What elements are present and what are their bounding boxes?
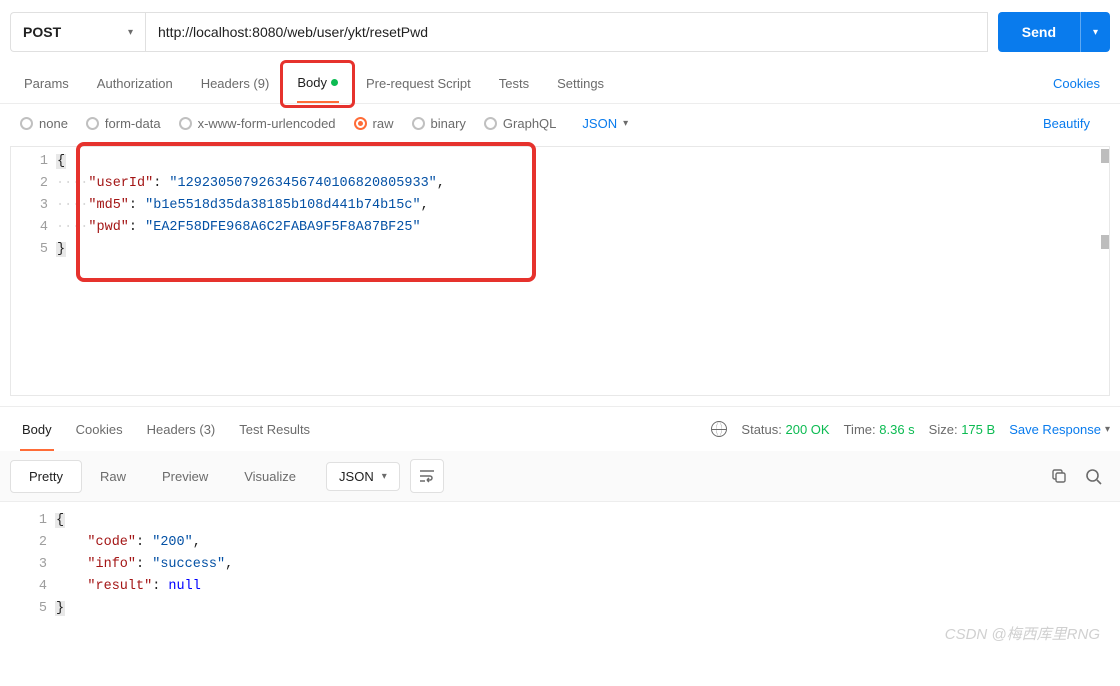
view-raw[interactable]: Raw [82,461,144,492]
save-response-link[interactable]: Save Response ▾ [1009,422,1110,437]
body-type-row: none form-data x-www-form-urlencoded raw… [0,104,1120,142]
tab-prerequest[interactable]: Pre-request Script [352,64,485,104]
time-meta: Time: 8.36 s [844,422,915,437]
response-tabs: Body Cookies Headers (3) Test Results St… [0,407,1120,451]
cookies-link[interactable]: Cookies [1053,76,1110,91]
response-view-bar: Pretty Raw Preview Visualize JSON▾ [0,451,1120,502]
resp-tab-cookies[interactable]: Cookies [64,407,135,451]
body-type-urlenc[interactable]: x-www-form-urlencoded [179,116,336,131]
chevron-down-icon: ▾ [128,27,133,38]
tab-params[interactable]: Params [10,64,83,104]
code-lines[interactable]: { "code": "200", "info": "success", "res… [55,506,1110,624]
tab-authorization[interactable]: Authorization [83,64,187,104]
beautify-link[interactable]: Beautify [1043,116,1100,131]
request-body-editor[interactable]: 12345 { ····"userId": "12923050792634567… [10,146,1110,396]
line-gutter: 12345 [11,147,56,265]
body-type-none[interactable]: none [20,116,68,131]
body-type-raw[interactable]: raw [354,116,394,131]
raw-format-select[interactable]: JSON▾ [582,116,628,131]
resp-tab-body[interactable]: Body [10,407,64,451]
tab-tests[interactable]: Tests [485,64,543,104]
body-type-formdata[interactable]: form-data [86,116,161,131]
globe-icon[interactable] [711,421,727,437]
url-input[interactable] [145,12,988,52]
send-button[interactable]: Send [998,12,1080,52]
code-lines[interactable]: { ····"userId": "12923050792634567401068… [56,147,1109,265]
resp-tab-headers[interactable]: Headers (3) [135,407,228,451]
status-meta: Status: 200 OK [741,422,829,437]
body-type-binary[interactable]: binary [412,116,466,131]
line-gutter: 12345 [10,506,55,624]
tab-body[interactable]: Body [283,63,352,103]
watermark: CSDN @梅西库里RNG [945,623,1100,644]
view-preview[interactable]: Preview [144,461,226,492]
request-tabs: Params Authorization Headers (9) Body Pr… [0,64,1120,104]
scroll-indicator [1101,235,1109,249]
send-dropdown-button[interactable]: ▾ [1080,12,1110,52]
scroll-indicator [1101,149,1109,163]
resp-tab-test[interactable]: Test Results [227,407,322,451]
tab-settings[interactable]: Settings [543,64,618,104]
search-icon[interactable] [1076,459,1110,493]
tab-headers[interactable]: Headers (9) [187,64,284,104]
wrap-icon[interactable] [410,459,444,493]
modified-dot-icon [331,79,338,86]
response-body-editor[interactable]: 12345 { "code": "200", "info": "success"… [0,502,1120,654]
copy-icon[interactable] [1042,459,1076,493]
http-method-value: POST [23,24,61,40]
view-visualize[interactable]: Visualize [226,461,314,492]
http-method-select[interactable]: POST ▾ [10,12,145,52]
size-meta: Size: 175 B [929,422,996,437]
body-type-graphql[interactable]: GraphQL [484,116,556,131]
view-pretty[interactable]: Pretty [10,460,82,493]
response-format-select[interactable]: JSON▾ [326,462,400,491]
